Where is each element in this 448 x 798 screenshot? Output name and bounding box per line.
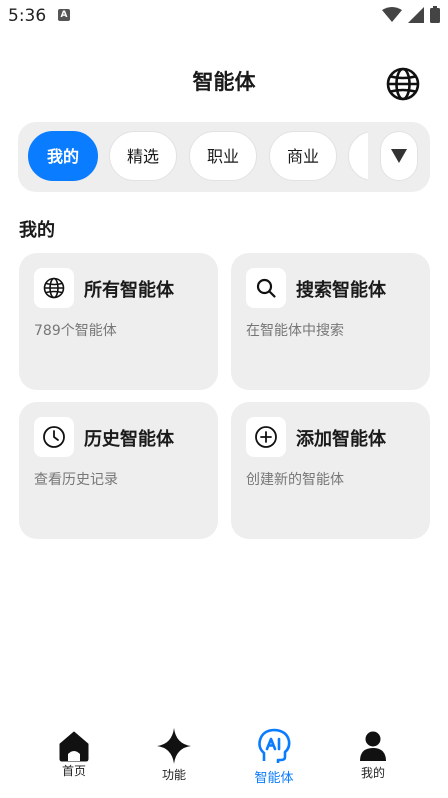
card-history-agents[interactable]: 历史智能体 查看历史记录: [19, 402, 218, 539]
card-title: 历史智能体: [84, 429, 174, 450]
ai-head-icon: [258, 728, 291, 763]
nav-icon-wrap: [353, 726, 393, 766]
category-dropdown-button[interactable]: [380, 131, 418, 181]
nav-item-agents[interactable]: 智能体: [234, 720, 314, 790]
signal-icon: [408, 6, 424, 23]
card-subtitle: 查看历史记录: [34, 472, 118, 488]
card-search-agents[interactable]: 搜索智能体 在智能体中搜索: [231, 253, 430, 390]
card-all-agents[interactable]: 所有智能体 789个智能体: [19, 253, 218, 390]
section-title: 我的: [19, 220, 55, 241]
card-add-agent[interactable]: 添加智能体 创建新的智能体: [231, 402, 430, 539]
category-overflow: 工: [348, 122, 368, 192]
wifi-icon: [382, 6, 402, 22]
plus-circle-icon: [255, 426, 277, 448]
card-subtitle: 在智能体中搜索: [246, 323, 344, 339]
triangle-down-icon: [391, 149, 407, 163]
clock-icon: [43, 426, 65, 448]
category-bar: 我的 精选 职业 商业 工: [18, 122, 430, 192]
category-chip-mine[interactable]: 我的: [28, 131, 98, 181]
notification-icon: A: [58, 9, 70, 21]
category-chip-career[interactable]: 职业: [189, 131, 257, 181]
battery-icon: [430, 6, 440, 23]
globe-icon: [43, 277, 65, 299]
language-button[interactable]: [386, 67, 420, 101]
category-chip-featured[interactable]: 精选: [109, 131, 177, 181]
home-icon: [59, 731, 89, 762]
category-chip-business[interactable]: 商业: [269, 131, 337, 181]
nav-label: 智能体: [254, 771, 294, 786]
card-subtitle: 创建新的智能体: [246, 472, 344, 488]
globe-icon: [386, 67, 420, 101]
status-bar: 5:36 A: [0, 0, 448, 32]
status-time: 5:36: [8, 6, 47, 26]
nav-icon-wrap: [154, 726, 194, 766]
card-icon-box: [34, 417, 74, 457]
sparkle-icon: [157, 728, 191, 764]
nav-label: 功能: [161, 768, 186, 782]
nav-item-home[interactable]: 首页: [34, 720, 114, 790]
card-title: 添加智能体: [296, 429, 386, 450]
nav-icon-wrap: [254, 726, 294, 766]
person-icon: [360, 731, 386, 761]
bottom-nav: 首页 功能 智能体 我的: [0, 720, 448, 798]
nav-icon-wrap: [54, 726, 94, 766]
card-title: 搜索智能体: [296, 280, 386, 301]
category-chip-partial[interactable]: 工: [348, 131, 368, 181]
nav-label: 首页: [61, 764, 86, 778]
page-title: 智能体: [192, 70, 256, 94]
nav-item-mine[interactable]: 我的: [333, 720, 413, 790]
search-icon: [256, 278, 276, 298]
card-title: 所有智能体: [84, 280, 174, 301]
card-icon-box: [246, 417, 286, 457]
nav-label: 我的: [360, 766, 385, 780]
card-icon-box: [246, 268, 286, 308]
card-icon-box: [34, 268, 74, 308]
status-icons: [382, 6, 440, 23]
card-subtitle: 789个智能体: [34, 323, 117, 339]
nav-item-features[interactable]: 功能: [134, 720, 214, 790]
